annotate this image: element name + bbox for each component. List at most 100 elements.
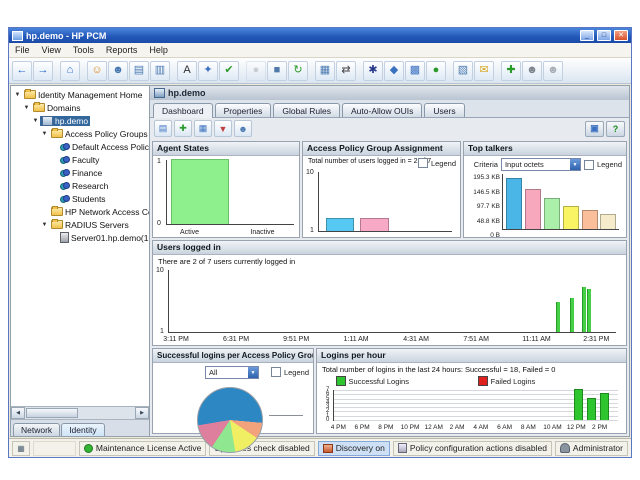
tree-node[interactable]: hp.demo [40, 116, 90, 126]
report-document-icon[interactable]: ▥ [150, 61, 170, 81]
tree-node[interactable]: Students [58, 194, 108, 204]
tree-item[interactable]: Students [11, 192, 149, 205]
legend-checkbox[interactable] [418, 158, 428, 168]
scroll-left-icon[interactable]: ◀ [11, 407, 25, 419]
tree-node[interactable]: Server01.hp.demo(192.1 [58, 232, 149, 243]
tab-dashboard[interactable]: Dashboard [153, 103, 213, 118]
minimize-button[interactable]: _ [580, 30, 594, 41]
tree-item[interactable]: ▼RADIUS Servers [11, 218, 149, 231]
add-chart-icon[interactable]: ✚ [174, 120, 192, 137]
sidebar-tab-network[interactable]: Network [13, 423, 60, 436]
dashboard-row-1: Agent States 10ActiveInactive Access Pol… [152, 141, 627, 238]
maximize-button[interactable]: □ [597, 30, 611, 41]
scrollbar-thumb[interactable] [26, 408, 78, 418]
reports-stack-icon[interactable]: ▧ [453, 61, 473, 81]
glyph: A [183, 65, 190, 76]
copy-settings-icon[interactable]: ▤ [129, 61, 149, 81]
chevron-down-icon[interactable]: ▼ [570, 159, 580, 170]
admin-user-icon[interactable]: ☻ [522, 61, 542, 81]
policy-check-icon[interactable]: ✔ [219, 61, 239, 81]
alarms-icon[interactable]: A [177, 61, 197, 81]
status-discovery-on[interactable]: Discovery on [318, 441, 390, 456]
interconnect-icon[interactable]: ⇄ [336, 61, 356, 81]
tree-node[interactable]: Identity Management Home [22, 90, 144, 100]
menu-view[interactable]: View [36, 44, 67, 56]
user-icon[interactable]: ☻ [108, 61, 128, 81]
status-maintenance-license-active[interactable]: Maintenance License Active [79, 441, 206, 456]
tree-item[interactable]: Faculty [11, 153, 149, 166]
tree-item[interactable]: ▼Identity Management Home [11, 88, 149, 101]
apga-legend-toggle[interactable]: Legend [418, 158, 456, 168]
legend-checkbox[interactable] [271, 367, 281, 377]
tab-users[interactable]: Users [424, 103, 464, 117]
forward-icon[interactable]: → [33, 61, 53, 81]
device-manager-icon[interactable]: ▦ [315, 61, 335, 81]
notes-icon[interactable]: ✉ [474, 61, 494, 81]
user-chart-icon[interactable]: ☻ [234, 120, 252, 137]
sidebar-tab-identity[interactable]: Identity [61, 423, 104, 436]
tree-node[interactable]: Research [58, 181, 110, 191]
tree-node[interactable]: Default Access Policy Gr [58, 142, 149, 152]
tree-node[interactable]: Finance [58, 168, 104, 178]
stop-icon[interactable]: ■ [267, 61, 287, 81]
tree-node[interactable]: Domains [31, 103, 83, 113]
close-button[interactable]: ✕ [614, 30, 628, 41]
menu-tools[interactable]: Tools [67, 44, 100, 56]
tree-item[interactable]: ▼Domains [11, 101, 149, 114]
dashboard-layout-icon[interactable]: ▤ [154, 120, 172, 137]
expander-icon[interactable]: ▼ [22, 105, 31, 111]
expander-icon[interactable]: ▼ [31, 118, 40, 124]
home-icon[interactable]: ⌂ [60, 61, 80, 81]
zoom-icon[interactable]: ● [246, 61, 266, 81]
menu-file[interactable]: File [9, 44, 36, 56]
glyph: ⌂ [67, 65, 74, 76]
tree-item[interactable]: ▼Access Policy Groups [11, 127, 149, 140]
tree-item[interactable]: HP Network Access Contro [11, 205, 149, 218]
status-administrator[interactable]: Administrator [555, 441, 628, 456]
menu-reports[interactable]: Reports [100, 44, 144, 56]
expander-icon[interactable]: ▼ [40, 131, 49, 137]
legend-checkbox[interactable] [584, 160, 594, 170]
menu-help[interactable]: Help [143, 44, 174, 56]
preferences-wrench-icon[interactable]: ✦ [198, 61, 218, 81]
tree-item[interactable]: Finance [11, 166, 149, 179]
group-filter-dropdown[interactable]: All ▼ [205, 366, 259, 379]
chart-settings-icon[interactable]: ▦ [194, 120, 212, 137]
tree-horizontal-scrollbar[interactable]: ◀ ▶ [11, 406, 149, 419]
tree-item[interactable]: ▼hp.demo [11, 114, 149, 127]
help-button[interactable]: ? [606, 121, 625, 137]
tree-node[interactable]: HP Network Access Contro [49, 207, 149, 217]
scrollbar-track[interactable] [25, 407, 135, 419]
tab-properties[interactable]: Properties [215, 103, 272, 117]
refresh-icon[interactable]: ↻ [288, 61, 308, 81]
apga-plot [318, 172, 452, 232]
glyph: ✦ [203, 65, 212, 76]
traffic-monitor-icon[interactable]: ▩ [405, 61, 425, 81]
tree-node[interactable]: Access Policy Groups [49, 129, 149, 139]
config-paint-icon[interactable]: ✚ [501, 61, 521, 81]
globe-icon[interactable]: ● [426, 61, 446, 81]
chevron-down-icon[interactable]: ▼ [248, 367, 258, 378]
identity-users-icon[interactable]: ☺ [87, 61, 107, 81]
tree-item[interactable]: Default Access Policy Gr [11, 140, 149, 153]
sidebar-tabs: NetworkIdentity [11, 419, 149, 436]
guest-user-icon[interactable]: ☻ [543, 61, 563, 81]
find-node-icon[interactable]: ✱ [363, 61, 383, 81]
pie-legend-toggle[interactable]: Legend [271, 367, 309, 377]
tree-item[interactable]: Research [11, 179, 149, 192]
tab-global-rules[interactable]: Global Rules [273, 103, 340, 117]
expander-icon[interactable]: ▼ [40, 222, 49, 228]
layout-button[interactable]: ▣ [585, 121, 604, 137]
tree-node[interactable]: RADIUS Servers [49, 220, 131, 230]
remove-chart-icon[interactable]: ▼ [214, 120, 232, 137]
tree-item[interactable]: Server01.hp.demo(192.1 [11, 231, 149, 244]
legend-color-swatch [336, 376, 346, 386]
back-icon[interactable]: ← [12, 61, 32, 81]
tree-node[interactable]: Faculty [58, 155, 101, 165]
topology-icon[interactable]: ◆ [384, 61, 404, 81]
expander-icon[interactable]: ▼ [13, 92, 22, 98]
scroll-right-icon[interactable]: ▶ [135, 407, 149, 419]
tab-auto-allow-ouis[interactable]: Auto-Allow OUIs [342, 103, 422, 117]
criteria-dropdown[interactable]: Input octets ▼ [501, 158, 581, 171]
status-policy-configuration-actions-disabled[interactable]: Policy configuration actions disabled [393, 441, 552, 456]
